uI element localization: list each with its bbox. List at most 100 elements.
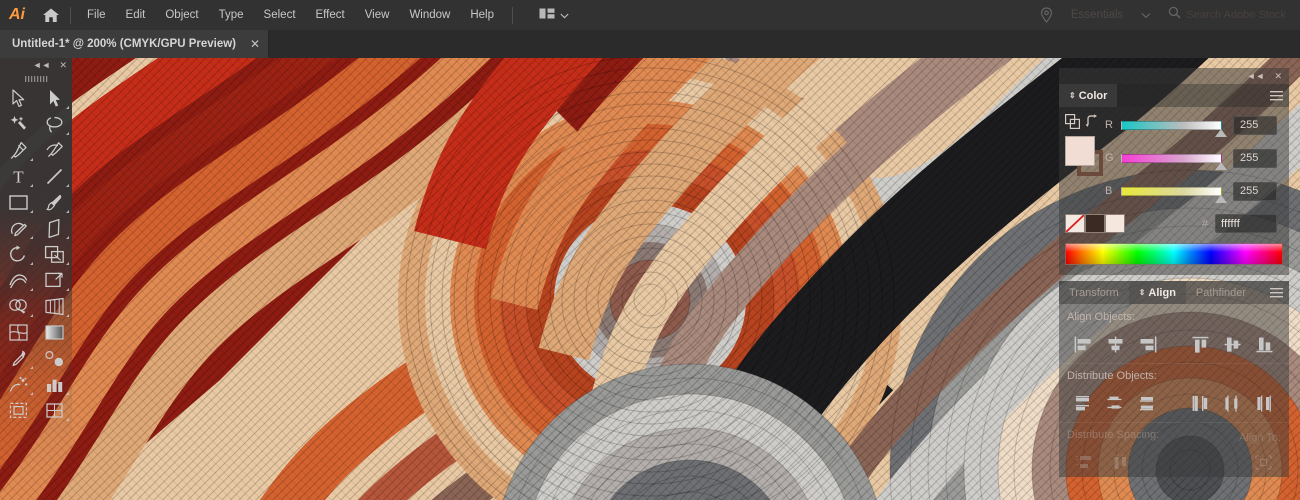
horizontal-align-right-button[interactable] (1132, 331, 1164, 357)
shape-builder-tool[interactable] (0, 293, 36, 319)
fill-swatch[interactable] (1065, 136, 1095, 166)
collapse-panel-icon[interactable]: ◄◄ (33, 61, 51, 70)
slice-tool[interactable] (36, 397, 72, 423)
green-value-field[interactable]: 255 (1233, 148, 1277, 168)
red-slider[interactable] (1121, 120, 1227, 137)
mesh-tool[interactable] (0, 319, 36, 345)
rotate-tool[interactable] (0, 241, 36, 267)
shaper-tool[interactable] (0, 215, 36, 241)
menu-item-file[interactable]: File (77, 0, 116, 30)
align-panel-body: Align Objects: Distribute Objects: Distr… (1059, 304, 1289, 477)
menu-item-type[interactable]: Type (209, 0, 254, 30)
color-spectrum-ramp[interactable] (1065, 243, 1283, 265)
type-tool[interactable]: T (0, 163, 36, 189)
close-icon[interactable]: ✕ (246, 35, 264, 53)
magic-wand-tool[interactable] (0, 111, 36, 137)
selection-tool[interactable] (0, 85, 36, 111)
vertical-distribute-spacing-button[interactable] (1067, 449, 1103, 475)
line-segment-tool[interactable] (36, 163, 72, 189)
tool-flyout-indicator (30, 288, 33, 291)
slider-thumb[interactable] (1215, 128, 1227, 137)
red-value-field[interactable]: 255 (1233, 115, 1277, 135)
panel-menu-icon[interactable] (1263, 281, 1289, 304)
dark-swatch[interactable] (1085, 214, 1105, 233)
tab-align[interactable]: ⇕ Align (1128, 281, 1186, 304)
align-to-selection-button[interactable] (1245, 449, 1281, 475)
horizontal-distribute-spacing-button[interactable] (1103, 449, 1139, 475)
lasso-tool[interactable] (36, 111, 72, 137)
menu-items: File Edit Object Type Select Effect View… (77, 0, 504, 30)
vertical-distribute-bottom-button[interactable] (1132, 390, 1164, 416)
menu-item-object[interactable]: Object (155, 0, 208, 30)
drag-grip-icon[interactable] (0, 73, 72, 85)
slider-row-r: R 255 (1105, 114, 1277, 137)
menu-item-select[interactable]: Select (254, 0, 306, 30)
slider-thumb[interactable] (1215, 194, 1227, 203)
horizontal-align-center-button[interactable] (1099, 331, 1131, 357)
search-placeholder: Search Adobe Stock (1186, 9, 1286, 21)
panel-grip-icon: ⇕ (1138, 288, 1146, 297)
document-tab[interactable]: Untitled-1* @ 200% (CMYK/GPU Preview) ✕ (0, 30, 270, 58)
mini-swatches (1065, 214, 1125, 233)
vertical-align-center-button[interactable] (1216, 331, 1248, 357)
white-swatch[interactable] (1105, 214, 1125, 233)
direct-selection-tool[interactable] (36, 85, 72, 111)
search-input[interactable]: Search Adobe Stock (1160, 5, 1294, 25)
menu-item-help[interactable]: Help (460, 0, 504, 30)
gradient-tool[interactable] (36, 319, 72, 345)
scale-tool[interactable] (36, 241, 72, 267)
free-transform-tool[interactable] (36, 267, 72, 293)
horizontal-distribute-center-button[interactable] (1216, 390, 1248, 416)
vertical-align-bottom-button[interactable] (1249, 331, 1281, 357)
column-graph-tool[interactable] (36, 371, 72, 397)
hex-row: # ffffff (1059, 214, 1289, 233)
workspace-switcher[interactable]: Essentials (1062, 0, 1132, 30)
tab-pathfinder[interactable]: Pathfinder (1185, 281, 1257, 304)
close-icon[interactable]: ✕ (59, 61, 67, 70)
align-panel: Transform ⇕ Align Pathfinder Align Objec… (1059, 281, 1289, 477)
pen-tool[interactable] (0, 137, 36, 163)
home-icon[interactable] (34, 0, 68, 30)
paintbrush-tool[interactable] (36, 189, 72, 215)
tab-color[interactable]: ⇕ Color (1059, 84, 1118, 107)
menu-item-view[interactable]: View (355, 0, 400, 30)
horizontal-align-left-button[interactable] (1067, 331, 1099, 357)
green-slider[interactable] (1121, 153, 1227, 170)
curvature-tool[interactable] (36, 137, 72, 163)
tab-align-label: Align (1148, 286, 1176, 299)
workspace-chevron-down-icon[interactable] (1132, 0, 1160, 30)
blue-value-field[interactable]: 255 (1233, 181, 1277, 201)
menu-item-edit[interactable]: Edit (116, 0, 156, 30)
horizontal-distribute-left-button[interactable] (1184, 390, 1216, 416)
eyedropper-tool[interactable] (0, 345, 36, 371)
blue-slider[interactable] (1121, 186, 1227, 203)
hex-input[interactable]: ffffff (1215, 214, 1277, 233)
arrange-documents-button[interactable] (527, 0, 577, 30)
collapse-panel-icon[interactable]: ◄◄ (1247, 71, 1265, 81)
slider-row-b: B 255 (1105, 180, 1277, 203)
location-pin-icon[interactable] (1031, 0, 1062, 30)
artboard-tool[interactable] (0, 397, 36, 423)
close-icon[interactable]: ✕ (1274, 71, 1282, 81)
blend-tool[interactable] (36, 345, 72, 371)
vertical-align-top-button[interactable] (1184, 331, 1216, 357)
default-fill-stroke-icon[interactable] (1065, 114, 1081, 135)
tools-panel-header: ◄◄ ✕ (0, 58, 72, 73)
tab-transform[interactable]: Transform (1059, 281, 1129, 304)
horizontal-distribute-right-button[interactable] (1249, 390, 1281, 416)
slider-thumb[interactable] (1215, 161, 1227, 170)
vertical-distribute-top-button[interactable] (1067, 390, 1099, 416)
rectangle-tool[interactable] (0, 189, 36, 215)
symbol-sprayer-tool[interactable] (0, 371, 36, 397)
tab-color-label: Color (1078, 89, 1108, 102)
none-swatch[interactable] (1065, 214, 1085, 233)
vertical-distribute-center-button[interactable] (1099, 390, 1131, 416)
width-tool[interactable] (0, 267, 36, 293)
swap-fill-stroke-icon[interactable] (1085, 114, 1099, 133)
panel-menu-icon[interactable] (1263, 84, 1289, 107)
menu-item-effect[interactable]: Effect (306, 0, 355, 30)
perspective-grid-tool[interactable] (36, 293, 72, 319)
tool-flyout-indicator (66, 288, 69, 291)
eraser-tool[interactable] (36, 215, 72, 241)
menu-item-window[interactable]: Window (399, 0, 460, 30)
